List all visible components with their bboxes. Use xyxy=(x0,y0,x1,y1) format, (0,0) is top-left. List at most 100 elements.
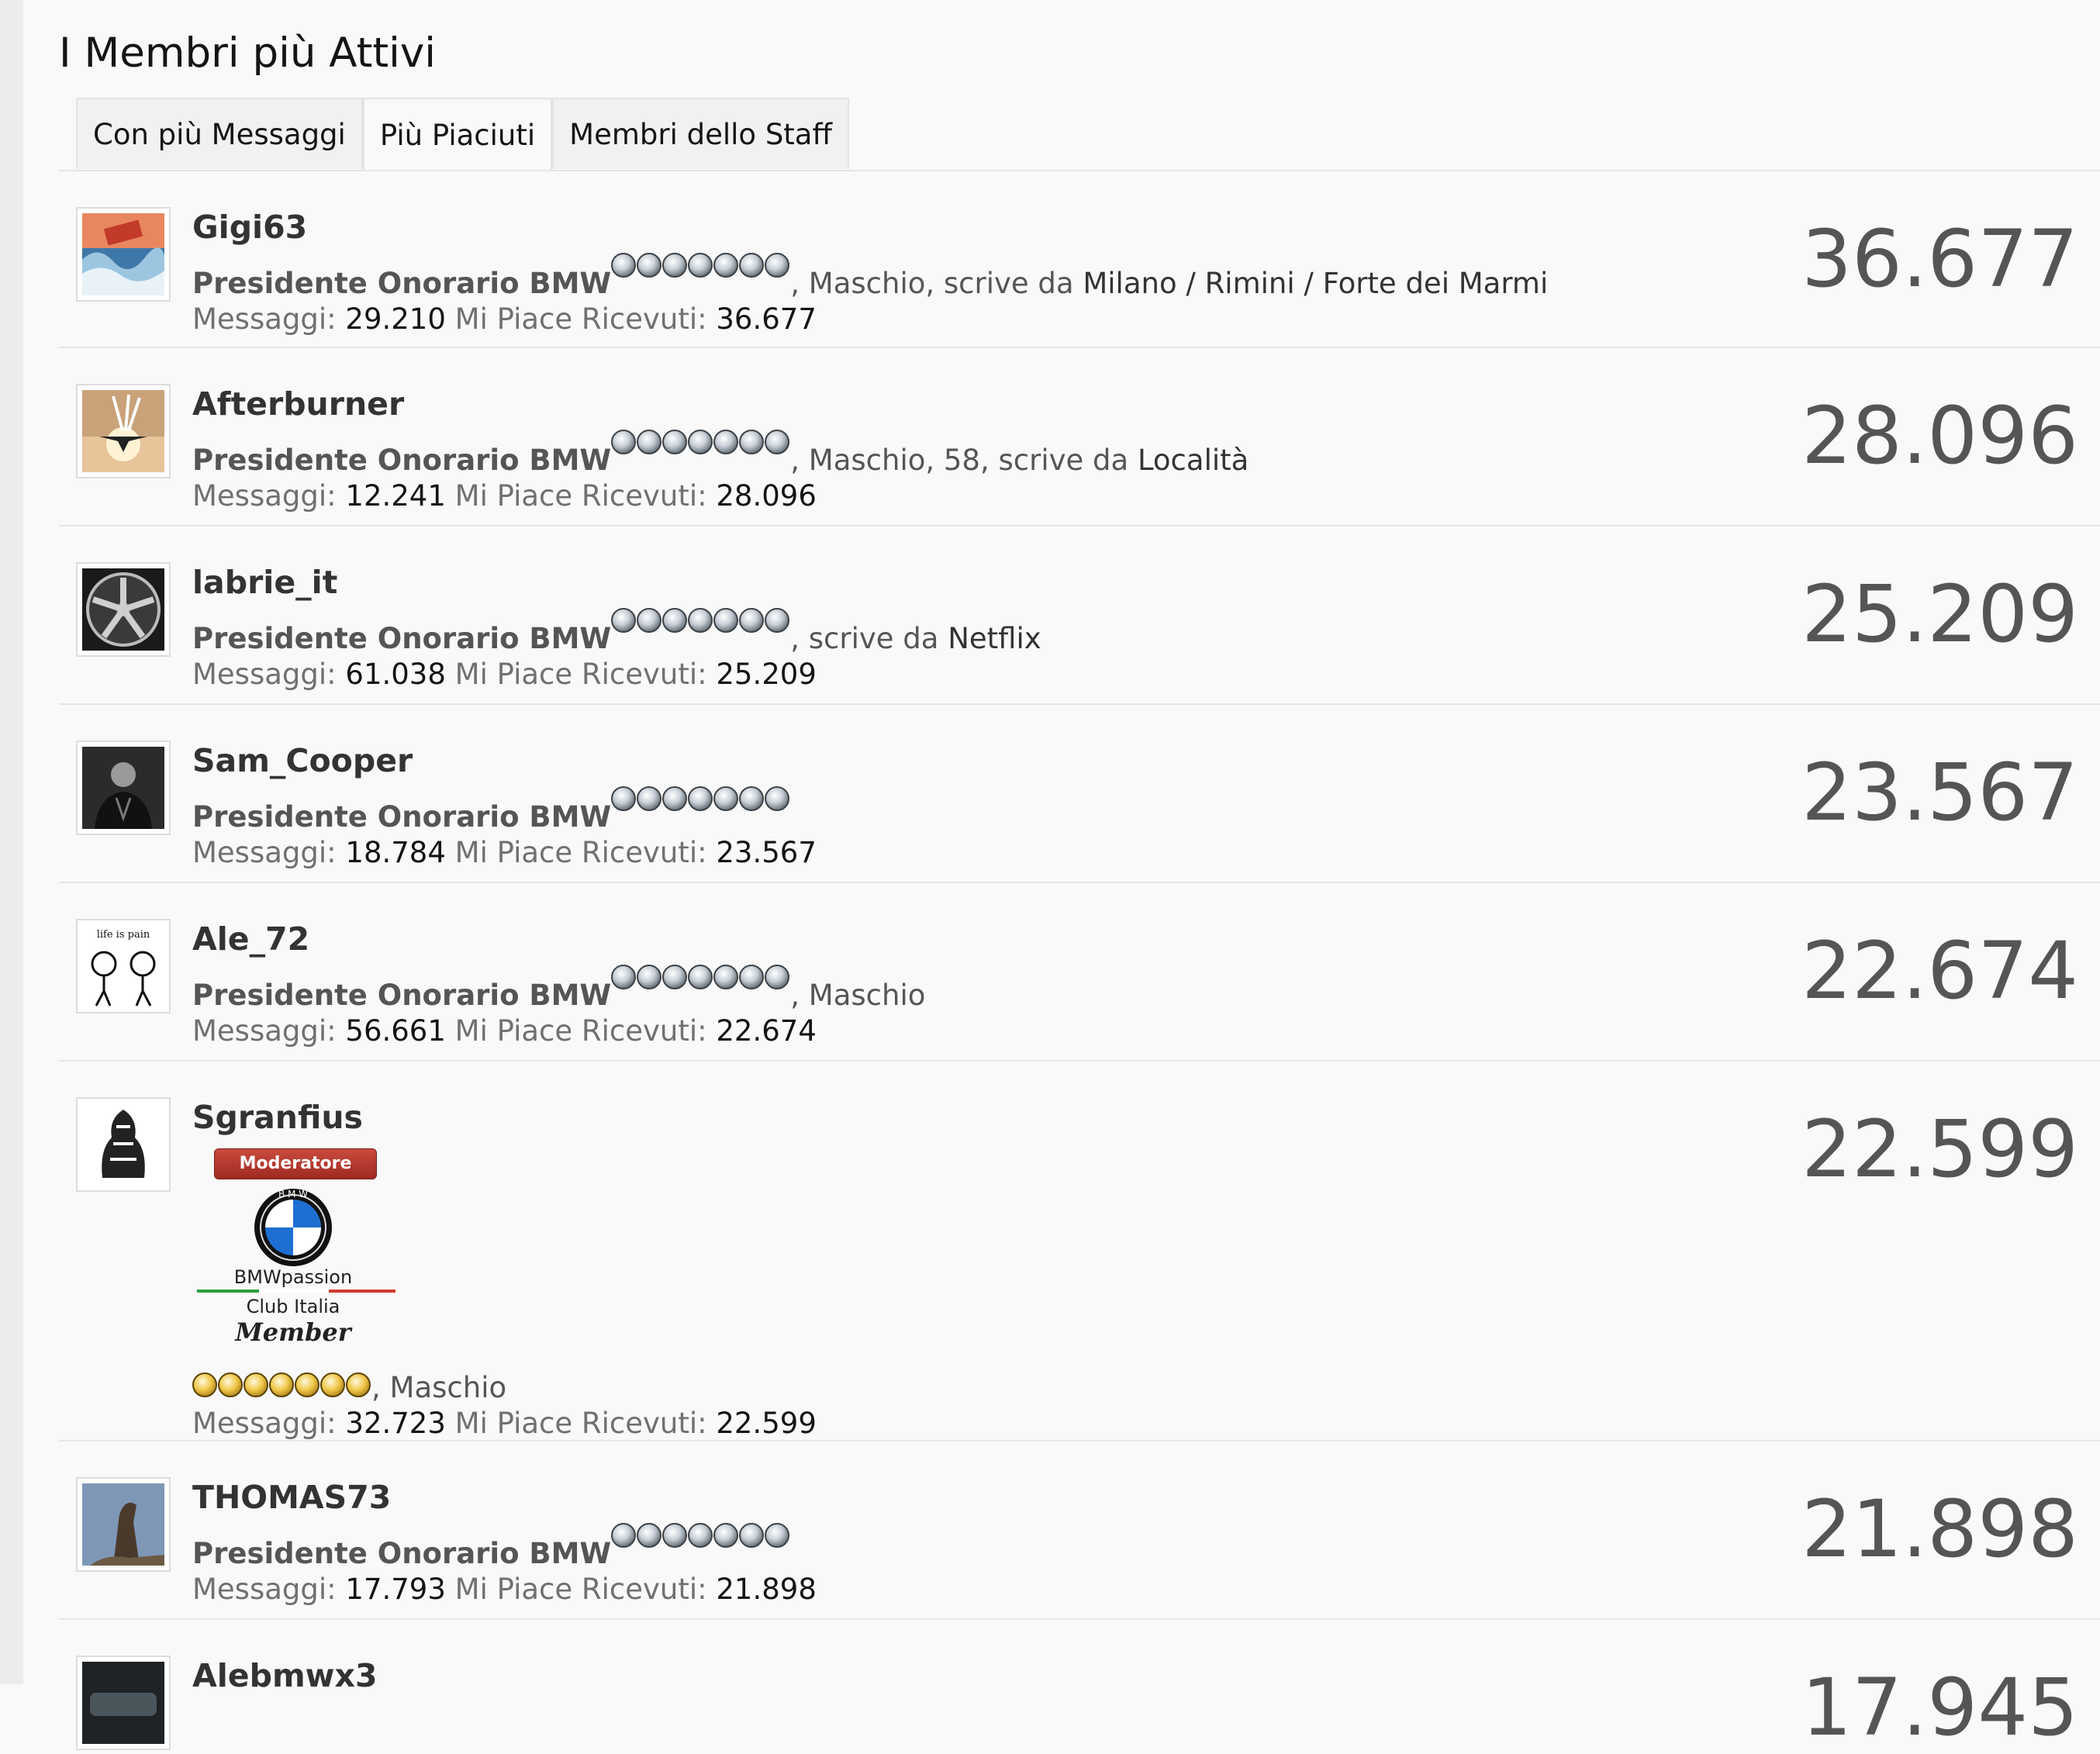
member-username[interactable]: Gigi63 xyxy=(192,207,1548,247)
member-row: Sgranfius Moderatore B M W BMWpassion Cl… xyxy=(59,1062,2100,1442)
member-info: labrie_it Presidente Onorario BMW , scriv… xyxy=(192,562,1041,692)
messages-label: Messaggi: xyxy=(192,1014,337,1048)
member-location: Località xyxy=(1137,444,1249,477)
member-rank: Presidente Onorario BMW xyxy=(192,1537,612,1570)
member-title-line: Presidente Onorario BMW , Maschio xyxy=(192,965,926,1013)
likes-label: Mi Piace Ricevuti: xyxy=(454,1014,707,1048)
tribal-avatar-icon[interactable] xyxy=(76,1097,171,1192)
member-location: Milano / Rimini / Forte dei Marmi xyxy=(1083,267,1549,300)
likes-count: 22.674 xyxy=(716,1014,817,1048)
member-info: Gigi63 Presidente Onorario BMW , Maschio,… xyxy=(192,207,1548,337)
life-is-pain-avatar-icon[interactable]: life is pain xyxy=(76,919,171,1013)
member-info: THOMAS73 Presidente Onorario BMW Messagg… xyxy=(192,1477,817,1607)
likes-count: 21.898 xyxy=(716,1573,817,1606)
member-score: 17.945 xyxy=(1801,1662,2078,1754)
member-row: labrie_it Presidente Onorario BMW , scriv… xyxy=(59,527,2100,705)
tab-most-messages[interactable]: Con più Messaggi xyxy=(76,98,363,169)
messages-label: Messaggi: xyxy=(192,1573,337,1606)
likes-label: Mi Piace Ricevuti: xyxy=(454,479,707,513)
member-row: Gigi63 Presidente Onorario BMW , Maschio,… xyxy=(59,171,2100,348)
wheel-avatar-icon[interactable] xyxy=(76,562,171,657)
member-info: Alebmwx3 xyxy=(192,1656,378,1696)
member-age: , 58 xyxy=(925,444,980,477)
messages-label: Messaggi: xyxy=(192,836,337,869)
roundel-letters: B M W xyxy=(278,1189,308,1200)
member-username[interactable]: THOMAS73 xyxy=(192,1477,817,1517)
member-stats: Messaggi: 18.784 Mi Piace Ricevuti: 23.5… xyxy=(192,835,817,871)
jet-avatar-icon[interactable] xyxy=(76,384,171,478)
member-list: Gigi63 Presidente Onorario BMW , Maschio,… xyxy=(59,171,2100,1753)
member-username[interactable]: Ale_72 xyxy=(192,919,925,959)
member-score: 22.599 xyxy=(1801,1103,2078,1196)
likes-count: 25.209 xyxy=(716,658,817,691)
member-stats: Messaggi: 61.038 Mi Piace Ricevuti: 25.2… xyxy=(192,657,1041,692)
gold-bulbs-icon xyxy=(192,1370,371,1406)
messages-count: 32.723 xyxy=(345,1407,446,1440)
officer-avatar-icon[interactable] xyxy=(76,741,171,835)
writes-from-label: , scrive da xyxy=(925,267,1083,300)
club-subtitle: Club Italia xyxy=(247,1296,340,1317)
member-stats: Messaggi: 17.793 Mi Piace Ricevuti: 21.8… xyxy=(192,1572,817,1607)
messages-count: 18.784 xyxy=(345,836,446,869)
avatar-caption: life is pain xyxy=(97,929,150,941)
likes-count: 36.677 xyxy=(716,302,817,336)
bmwpassion-club-logo-icon: B M W BMWpassion Club Italia Member xyxy=(197,1189,395,1347)
rank-bulbs-icon xyxy=(611,427,790,463)
likes-label: Mi Piace Ricevuti: xyxy=(454,1573,707,1606)
messages-count: 12.241 xyxy=(345,479,446,513)
member-stats: Messaggi: 12.241 Mi Piace Ricevuti: 28.0… xyxy=(192,478,1249,514)
writes-from-label: , scrive da xyxy=(790,622,948,655)
likes-label: Mi Piace Ricevuti: xyxy=(454,1407,707,1440)
left-rail xyxy=(0,0,23,1684)
member-info: Sam_Cooper Presidente Onorario BMW Messa… xyxy=(192,741,817,871)
member-rank: Presidente Onorario BMW xyxy=(192,979,612,1012)
messages-count: 29.210 xyxy=(345,302,446,336)
member-score: 23.567 xyxy=(1801,747,2078,839)
car-avatar-icon[interactable] xyxy=(76,1656,171,1750)
member-username[interactable]: Sam_Cooper xyxy=(192,741,817,781)
member-username[interactable]: labrie_it xyxy=(192,562,1041,603)
likes-count: 23.567 xyxy=(716,836,817,869)
member-score: 22.674 xyxy=(1801,925,2078,1017)
member-title-line: Presidente Onorario BMW , Maschio, scrive… xyxy=(192,253,1549,302)
page: I Membri più Attivi Con più Messaggi Più… xyxy=(0,0,2100,1753)
messages-label: Messaggi: xyxy=(192,1407,337,1440)
tab-most-liked[interactable]: Più Piaciuti xyxy=(362,98,553,171)
member-username[interactable]: Sgranfius xyxy=(192,1097,817,1138)
member-username[interactable]: Afterburner xyxy=(192,384,1249,424)
member-stats: Messaggi: 56.661 Mi Piace Ricevuti: 22.6… xyxy=(192,1013,925,1049)
member-gender: , Maschio xyxy=(371,1371,507,1404)
likes-label: Mi Piace Ricevuti: xyxy=(454,302,707,336)
member-score: 21.898 xyxy=(1801,1483,2078,1576)
likes-label: Mi Piace Ricevuti: xyxy=(454,658,707,691)
messages-count: 17.793 xyxy=(345,1573,446,1606)
member-stats: Messaggi: 29.210 Mi Piace Ricevuti: 36.6… xyxy=(192,302,1548,337)
member-row: Afterburner Presidente Onorario BMW , Mas… xyxy=(59,348,2100,527)
member-row: Alebmwx3 17.945 xyxy=(59,1620,2100,1753)
member-score: 36.677 xyxy=(1801,213,2078,306)
wave-avatar-icon[interactable] xyxy=(76,207,171,302)
likes-count: 22.599 xyxy=(716,1407,817,1440)
member-rank: Presidente Onorario BMW xyxy=(192,267,612,300)
rank-bulbs-icon xyxy=(611,962,790,998)
messages-count: 61.038 xyxy=(345,658,446,691)
member-gender: , Maschio xyxy=(790,444,926,477)
rank-bulbs-icon xyxy=(611,250,790,286)
likes-label: Mi Piace Ricevuti: xyxy=(454,836,707,869)
member-row: Sam_Cooper Presidente Onorario BMW Messa… xyxy=(59,705,2100,883)
content: I Membri più Attivi Con più Messaggi Più… xyxy=(59,0,2100,1753)
member-info: Sgranfius Moderatore B M W BMWpassion Cl… xyxy=(192,1097,817,1442)
tab-bar: Con più Messaggi Più Piaciuti Membri del… xyxy=(76,98,849,171)
member-rank: Presidente Onorario BMW xyxy=(192,800,612,834)
member-gender: , Maschio xyxy=(790,979,926,1012)
statue-avatar-icon[interactable] xyxy=(76,1477,171,1572)
member-gender: , Maschio xyxy=(790,267,926,300)
writes-from-label: , scrive da xyxy=(979,444,1138,477)
member-info: Afterburner Presidente Onorario BMW , Mas… xyxy=(192,384,1249,514)
rank-bulbs-icon xyxy=(611,1521,790,1556)
tab-staff-members[interactable]: Membri dello Staff xyxy=(552,98,849,169)
messages-label: Messaggi: xyxy=(192,658,337,691)
member-username[interactable]: Alebmwx3 xyxy=(192,1656,378,1696)
member-info: Ale_72 Presidente Onorario BMW, Maschio … xyxy=(192,919,925,1049)
member-row: life is pain Ale_72 Presidente Onorario … xyxy=(59,883,2100,1062)
